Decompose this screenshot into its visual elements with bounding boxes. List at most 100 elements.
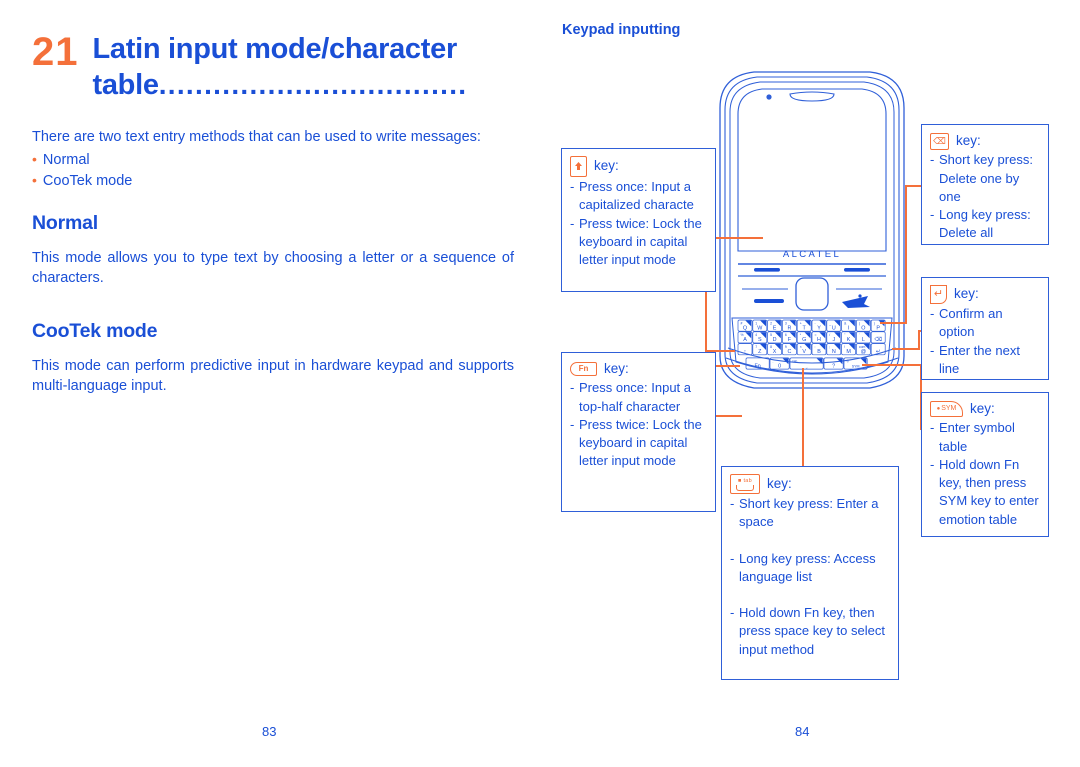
- phone-key-label: P: [876, 325, 880, 331]
- front-camera-icon: [766, 94, 772, 100]
- list-item: • Normal: [32, 149, 512, 170]
- dash-marker: -: [930, 152, 935, 168]
- phone-key-label: J: [832, 337, 835, 343]
- spacer: [730, 586, 890, 604]
- dash-marker: -: [570, 380, 575, 396]
- connector-space-v: [802, 368, 805, 468]
- dash-marker: -: [570, 215, 575, 231]
- navigation-key: [795, 277, 829, 311]
- dash-marker: -: [930, 207, 935, 223]
- phone-key-label: L: [862, 337, 865, 343]
- shift-key-icon: [570, 156, 587, 177]
- dash-marker: -: [730, 550, 735, 566]
- phone-key-alt-label: ': [859, 333, 860, 337]
- callout-key-label: key:: [604, 361, 629, 376]
- list-item: - Enter symbol table: [930, 419, 1040, 456]
- phone-key-alt-label: :: [815, 345, 816, 349]
- phone-drawing: ALCATEL #Q1W2E3R+T-Y_U&I(O)P%A4S5D6F*G=H…: [719, 71, 905, 389]
- section-heading-keypad: Keypad inputting: [562, 22, 681, 38]
- callout-shift-key: key: - Press once: Input a capitalized c…: [561, 148, 716, 292]
- phone-key-label: ?: [832, 363, 835, 369]
- callout-line-text: Hold down Fn key, then press space key t…: [739, 605, 885, 657]
- phone-key-alt-label: ×: [800, 345, 802, 349]
- sym-key-icon: ● SYM: [930, 401, 963, 418]
- phone-key-shade: [848, 320, 855, 327]
- sym-dot-glyph: ●: [936, 406, 941, 412]
- phone-key-alt-label: .: [773, 359, 774, 363]
- phone-key-alt-label: _: [828, 321, 831, 325]
- list-item: - Hold down Fn key, then press space key…: [730, 604, 890, 659]
- dash-marker: -: [930, 342, 935, 358]
- callout-lines: - Press once: Input a capitalized charac…: [570, 178, 707, 269]
- section-heading-normal: Normal: [32, 212, 98, 234]
- callout-space-key: ■ tab key: - Short key press: Enter a sp…: [721, 466, 899, 680]
- brand-label: ALCATEL: [783, 249, 841, 260]
- callout-lines: - Press once: Input a top-half character…: [570, 379, 707, 470]
- callout-key-label: key:: [954, 286, 979, 302]
- dash-marker: -: [570, 179, 575, 194]
- connector-delete-end: [880, 322, 907, 325]
- list-item-label: CooTek mode: [42, 173, 133, 189]
- delete-key-icon: ⌫: [930, 132, 949, 150]
- title-dot-leader: ..................................: [158, 69, 468, 100]
- end-key-dot: [858, 294, 862, 298]
- list-item: - Hold down Fn key, then press SYM key t…: [930, 456, 1040, 529]
- space-key-icon: ■ tab: [730, 474, 760, 494]
- phone-key-alt-label: ;: [829, 345, 830, 349]
- phone-key-alt-label: &: [844, 321, 847, 325]
- left-softkey: [754, 268, 780, 272]
- callout-key-label: key:: [767, 475, 792, 491]
- dash-marker: -: [730, 605, 735, 621]
- phone-key-alt-label: ): [874, 321, 875, 325]
- page-right: Keypad inputting ALCATEL # Q 1 W 2 E 3 R…: [540, 0, 1080, 767]
- callout-line-text: Long key press: Access language list: [739, 550, 876, 584]
- connector-sym: [862, 364, 922, 367]
- callout-line-text: Short key press: Enter a space: [739, 496, 879, 530]
- page-title: Latin input mode/character table........…: [93, 32, 528, 103]
- section-heading-cootek: CooTek mode: [32, 320, 158, 342]
- section-body-normal: This mode allows you to type text by cho…: [32, 250, 514, 286]
- dash-marker: -: [570, 416, 575, 432]
- callout-line-text: Press once: Input a capitalized characte: [579, 179, 694, 213]
- list-item: - Short key press: Delete one by one: [930, 151, 1040, 206]
- callout-line-text: Long key press: Delete all: [939, 207, 1031, 241]
- phone-key-label: V: [802, 349, 806, 355]
- phone-key-label: G: [802, 337, 806, 343]
- callout-line-text: Enter symbol table: [939, 420, 1015, 454]
- callout-lines: - Enter symbol table - Hold down Fn key,…: [930, 419, 1040, 529]
- phone-key-label: ↑: [744, 349, 747, 355]
- callout-key-header: key:: [570, 156, 707, 177]
- dash-marker: -: [930, 456, 935, 472]
- phone-key-label: ↵: [876, 349, 881, 355]
- callout-key-label: key:: [970, 401, 995, 416]
- phone-key-label: ⎵: [806, 364, 808, 368]
- callout-key-label: key:: [956, 133, 981, 148]
- phone-key-label: M: [846, 349, 851, 355]
- connector-delete-v: [905, 185, 908, 324]
- callout-lines: - Short key press: Delete one by one - L…: [930, 151, 1040, 242]
- phone-key-label: A: [743, 337, 747, 343]
- callout-key-label: key:: [594, 158, 619, 174]
- list-item: - Enter the next line: [930, 342, 1040, 379]
- callout-line-text: Short key press: Delete one by one: [939, 152, 1033, 204]
- phone-key-label: Y: [817, 325, 821, 331]
- phone-key-label: W: [757, 325, 763, 331]
- list-item: - Press twice: Lock the keyboard in capi…: [570, 416, 707, 471]
- dash-marker: -: [730, 496, 735, 511]
- phone-key-label: @: [861, 349, 866, 355]
- phone-key-label: Q: [743, 325, 747, 331]
- page-number-left: 83: [262, 724, 277, 739]
- phone-key-label: O: [861, 325, 865, 331]
- bullet-icon: •: [32, 172, 37, 188]
- callout-delete-key: ⌫ key: - Short key press: Delete one by …: [921, 124, 1049, 245]
- callout-line-text: Press twice: Lock the keyboard in capita…: [579, 215, 702, 268]
- phone-key-alt-label: !: [844, 345, 845, 349]
- phone-key-label: ⌫: [874, 337, 882, 343]
- callout-key-header: ↵ key:: [930, 285, 1040, 304]
- callout-fn-key: Fn key: - Press once: Input a top-half c…: [561, 352, 716, 512]
- bullet-icon: •: [32, 151, 37, 167]
- method-list: • Normal • CooTek mode: [32, 149, 512, 191]
- phone-key-label: C: [787, 349, 791, 355]
- phone-key-alt-label: 7: [755, 345, 757, 349]
- end-key-icon: [842, 296, 870, 308]
